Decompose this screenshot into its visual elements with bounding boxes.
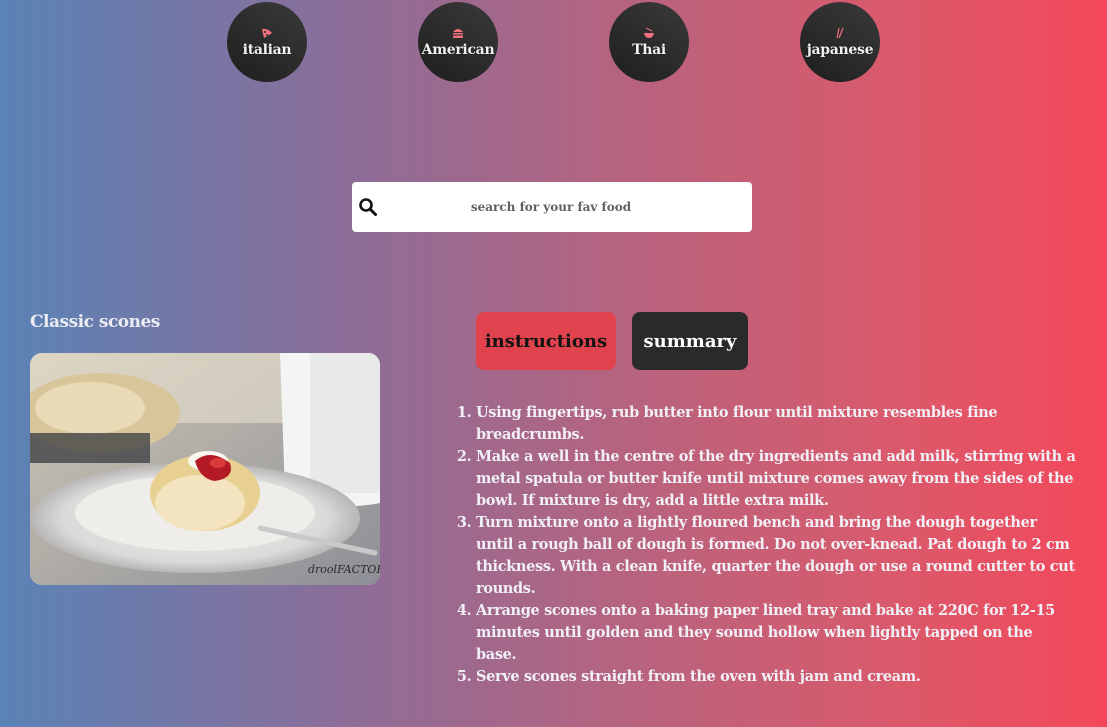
noodle-bowl-icon bbox=[644, 27, 654, 38]
category-american[interactable]: American bbox=[418, 2, 498, 82]
instruction-step: Using fingertips, rub butter into flour … bbox=[476, 402, 1076, 446]
category-japanese[interactable]: japanese bbox=[800, 2, 880, 82]
tab-summary[interactable]: summary bbox=[632, 312, 748, 370]
instruction-step: Serve scones straight from the oven with… bbox=[476, 666, 1076, 688]
recipe-title: Classic scones bbox=[30, 312, 160, 332]
search-icon[interactable] bbox=[358, 197, 378, 217]
category-label: Thai bbox=[632, 41, 666, 58]
category-label: japanese bbox=[806, 41, 874, 58]
search-input[interactable] bbox=[378, 181, 752, 233]
chopsticks-icon bbox=[836, 27, 844, 38]
category-label: American bbox=[421, 41, 495, 58]
category-italian[interactable]: italian bbox=[227, 2, 307, 82]
category-label: italian bbox=[242, 41, 292, 58]
instruction-step: Turn mixture onto a lightly floured benc… bbox=[476, 512, 1076, 600]
instruction-step: Make a well in the centre of the dry ing… bbox=[476, 446, 1076, 512]
image-watermark: droolFACTOR bbox=[308, 563, 380, 576]
search-bar bbox=[352, 181, 752, 233]
cuisine-category-bar: italian American Thai japanese bbox=[0, 2, 1107, 82]
burger-icon bbox=[453, 28, 463, 38]
instruction-step: Arrange scones onto a baking paper lined… bbox=[476, 600, 1076, 666]
pizza-icon bbox=[262, 28, 272, 38]
tab-instructions[interactable]: instructions bbox=[476, 312, 616, 370]
recipe-image: droolFACTOR bbox=[30, 353, 380, 585]
category-thai[interactable]: Thai bbox=[609, 2, 689, 82]
instructions-list: Using fingertips, rub butter into flour … bbox=[476, 402, 1076, 688]
